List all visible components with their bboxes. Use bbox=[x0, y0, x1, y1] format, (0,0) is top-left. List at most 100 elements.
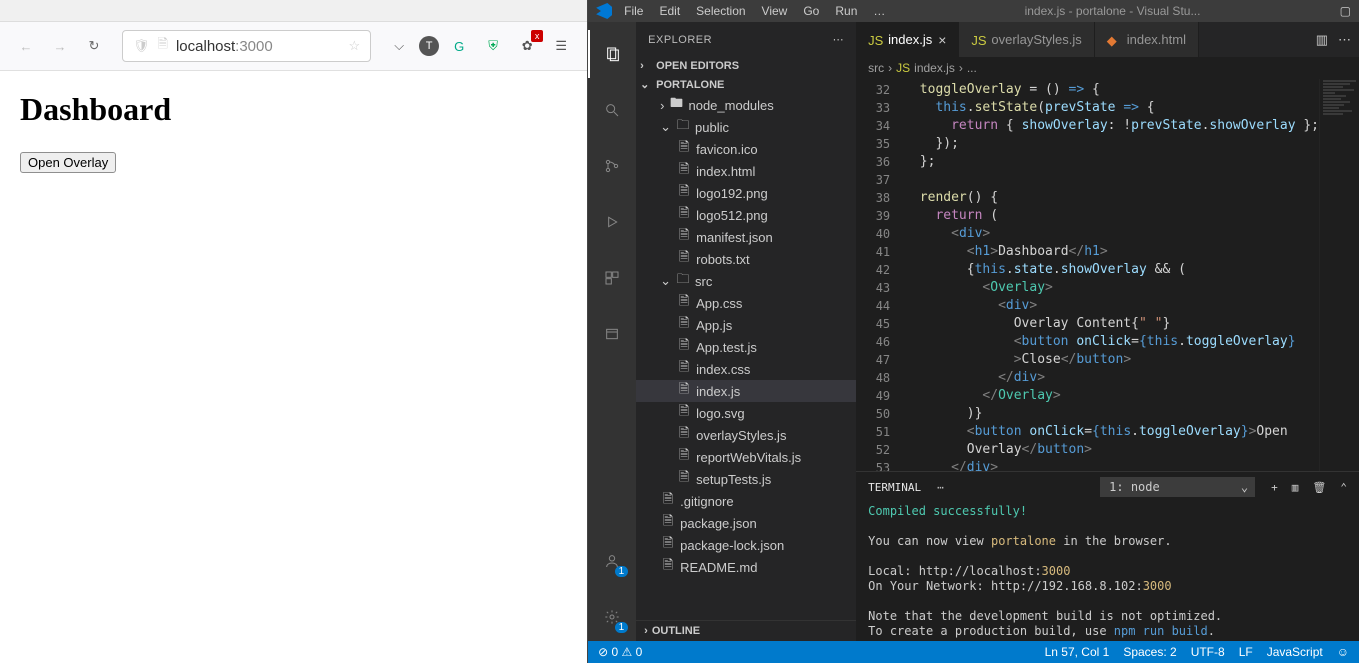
file-manifest[interactable]: 🗎manifest.json bbox=[636, 226, 856, 248]
search-icon[interactable] bbox=[588, 86, 636, 134]
status-eol[interactable]: LF bbox=[1239, 645, 1253, 659]
menu-bar[interactable]: File Edit Selection View Go Run … bbox=[624, 4, 885, 18]
file-report-vitals[interactable]: 🗎reportWebVitals.js bbox=[636, 446, 856, 468]
explorer-sidebar: EXPLORER ⋯ ›OPEN EDITORS ⌄PORTALONE ›🖿no… bbox=[636, 22, 856, 641]
code-editor[interactable]: 32 33 34 35 36 37 38 39 40 41 42 43 44 4… bbox=[856, 79, 1359, 471]
tab-index-js[interactable]: JSindex.js× bbox=[856, 22, 959, 57]
menu-more[interactable]: … bbox=[873, 4, 885, 18]
terminal-output[interactable]: Compiled successfully! You can now view … bbox=[856, 502, 1359, 641]
explorer-label: EXPLORER bbox=[648, 34, 712, 46]
minimap[interactable] bbox=[1319, 79, 1359, 471]
menu-selection[interactable]: Selection bbox=[696, 4, 745, 18]
file-app-test[interactable]: 🗎App.test.js bbox=[636, 336, 856, 358]
status-ln[interactable]: Ln 57, Col 1 bbox=[1045, 645, 1110, 659]
account-icon[interactable]: 1 bbox=[588, 537, 636, 585]
file-index-css[interactable]: 🗎index.css bbox=[636, 358, 856, 380]
file-setup-tests[interactable]: 🗎setupTests.js bbox=[636, 468, 856, 490]
folder-node-modules[interactable]: ›🖿node_modules bbox=[636, 94, 856, 116]
file-gitignore[interactable]: 🗎.gitignore bbox=[636, 490, 856, 512]
back-button[interactable]: ← bbox=[12, 32, 40, 60]
status-errors[interactable]: ⊘ 0 ⚠ 0 bbox=[598, 645, 642, 659]
gear-icon[interactable]: 1 bbox=[588, 593, 636, 641]
tab-overlay-styles[interactable]: JSoverlayStyles.js bbox=[959, 22, 1094, 57]
file-logo192[interactable]: 🗎logo192.png bbox=[636, 182, 856, 204]
terminal-select[interactable]: 1: node⌄ bbox=[1100, 477, 1255, 497]
layout-icon[interactable]: ▢ bbox=[1340, 4, 1351, 18]
new-terminal-icon[interactable]: + bbox=[1271, 481, 1278, 494]
file-index-html[interactable]: 🗎index.html bbox=[636, 160, 856, 182]
file-logo512[interactable]: 🗎logo512.png bbox=[636, 204, 856, 226]
menu-go[interactable]: Go bbox=[803, 4, 819, 18]
title-bar: File Edit Selection View Go Run … index.… bbox=[588, 0, 1359, 22]
ext-t-icon[interactable]: T bbox=[419, 36, 439, 56]
status-encoding[interactable]: UTF-8 bbox=[1191, 645, 1225, 659]
split-terminal-icon[interactable]: ▥ bbox=[1292, 481, 1299, 494]
split-icon[interactable]: ▥ bbox=[1316, 32, 1328, 48]
ext-shield-icon[interactable]: ⛨ bbox=[479, 32, 507, 60]
folder-public[interactable]: ⌄🗀public bbox=[636, 116, 856, 138]
run-icon[interactable] bbox=[588, 198, 636, 246]
more-icon[interactable]: ⋯ bbox=[833, 33, 845, 46]
page-icon: 🗎 bbox=[158, 35, 168, 57]
address-bar[interactable]: 🛡 🗎 localhost:3000 ☆ bbox=[122, 30, 371, 62]
preview-icon[interactable] bbox=[588, 310, 636, 358]
more-icon[interactable]: ⋯ bbox=[1338, 32, 1351, 48]
open-overlay-button[interactable]: Open Overlay bbox=[20, 152, 116, 173]
page-content: Dashboard Open Overlay bbox=[0, 71, 587, 663]
file-app-css[interactable]: 🗎App.css bbox=[636, 292, 856, 314]
outline-section[interactable]: ›OUTLINE bbox=[636, 620, 856, 641]
folder-src[interactable]: ⌄🗀src bbox=[636, 270, 856, 292]
editor-group: JSindex.js× JSoverlayStyles.js ◆index.ht… bbox=[856, 22, 1359, 641]
more-icon[interactable]: ⋯ bbox=[937, 481, 944, 494]
trash-icon[interactable]: 🗑 bbox=[1312, 481, 1326, 494]
tab-index-html[interactable]: ◆index.html bbox=[1095, 22, 1199, 57]
project-section[interactable]: ⌄PORTALONE bbox=[636, 75, 856, 94]
scm-icon[interactable] bbox=[588, 142, 636, 190]
reload-button[interactable]: ↻ bbox=[80, 32, 108, 60]
open-editors-section[interactable]: ›OPEN EDITORS bbox=[636, 57, 856, 75]
menu-file[interactable]: File bbox=[624, 4, 643, 18]
ext-puzzle-icon[interactable]: ✿x bbox=[513, 32, 541, 60]
explorer-header: EXPLORER ⋯ bbox=[636, 22, 856, 57]
file-logo-svg[interactable]: 🗎logo.svg bbox=[636, 402, 856, 424]
extensions-icon[interactable] bbox=[588, 254, 636, 302]
editor-tabs: JSindex.js× JSoverlayStyles.js ◆index.ht… bbox=[856, 22, 1359, 57]
status-spaces[interactable]: Spaces: 2 bbox=[1123, 645, 1176, 659]
url-text: localhost:3000 bbox=[176, 38, 273, 55]
code-content[interactable]: toggleOverlay = () => { this.setState(pr… bbox=[904, 79, 1319, 471]
feedback-icon[interactable]: ☺ bbox=[1337, 645, 1349, 659]
shield-icon: 🛡 bbox=[133, 38, 150, 54]
close-icon[interactable]: × bbox=[938, 32, 946, 48]
pocket-icon[interactable]: ⌵ bbox=[385, 32, 413, 60]
line-gutter: 32 33 34 35 36 37 38 39 40 41 42 43 44 4… bbox=[856, 79, 904, 471]
file-readme[interactable]: 🗎README.md bbox=[636, 556, 856, 578]
star-icon[interactable]: ☆ bbox=[348, 38, 360, 54]
activity-bar: 1 1 bbox=[588, 22, 636, 641]
hamburger-icon[interactable]: ☰ bbox=[547, 32, 575, 60]
explorer-icon[interactable] bbox=[588, 30, 636, 78]
file-package-lock[interactable]: 🗎package-lock.json bbox=[636, 534, 856, 556]
file-index-js[interactable]: 🗎index.js bbox=[636, 380, 856, 402]
browser-window: ← → ↻ 🛡 🗎 localhost:3000 ☆ ⌵ T G ⛨ ✿x ☰ … bbox=[0, 0, 588, 663]
menu-view[interactable]: View bbox=[762, 4, 788, 18]
browser-toolbar: ← → ↻ 🛡 🗎 localhost:3000 ☆ ⌵ T G ⛨ ✿x ☰ bbox=[0, 22, 587, 71]
file-favicon[interactable]: 🗎favicon.ico bbox=[636, 138, 856, 160]
file-app-js[interactable]: 🗎App.js bbox=[636, 314, 856, 336]
chevron-up-icon[interactable]: ⌃ bbox=[1340, 481, 1347, 494]
file-tree: ›🖿node_modules ⌄🗀public 🗎favicon.ico 🗎in… bbox=[636, 94, 856, 620]
file-robots[interactable]: 🗎robots.txt bbox=[636, 248, 856, 270]
status-lang[interactable]: JavaScript bbox=[1267, 645, 1323, 659]
terminal-tab[interactable]: TERMINAL bbox=[868, 481, 921, 494]
menu-edit[interactable]: Edit bbox=[659, 4, 680, 18]
ext-g-icon[interactable]: G bbox=[445, 32, 473, 60]
browser-tab-strip bbox=[0, 0, 587, 22]
forward-button[interactable]: → bbox=[46, 32, 74, 60]
file-overlay-styles[interactable]: 🗎overlayStyles.js bbox=[636, 424, 856, 446]
status-bar: ⊘ 0 ⚠ 0 Ln 57, Col 1 Spaces: 2 UTF-8 LF … bbox=[588, 641, 1359, 663]
menu-run[interactable]: Run bbox=[835, 4, 857, 18]
terminal-header: TERMINAL ⋯ 1: node⌄ + ▥ 🗑 ⌃ bbox=[856, 472, 1359, 502]
file-package-json[interactable]: 🗎package.json bbox=[636, 512, 856, 534]
page-title: Dashboard bbox=[20, 91, 567, 128]
breadcrumb[interactable]: src›JSindex.js›... bbox=[856, 57, 1359, 79]
window-title: index.js - portalone - Visual Stu... bbox=[889, 4, 1335, 18]
